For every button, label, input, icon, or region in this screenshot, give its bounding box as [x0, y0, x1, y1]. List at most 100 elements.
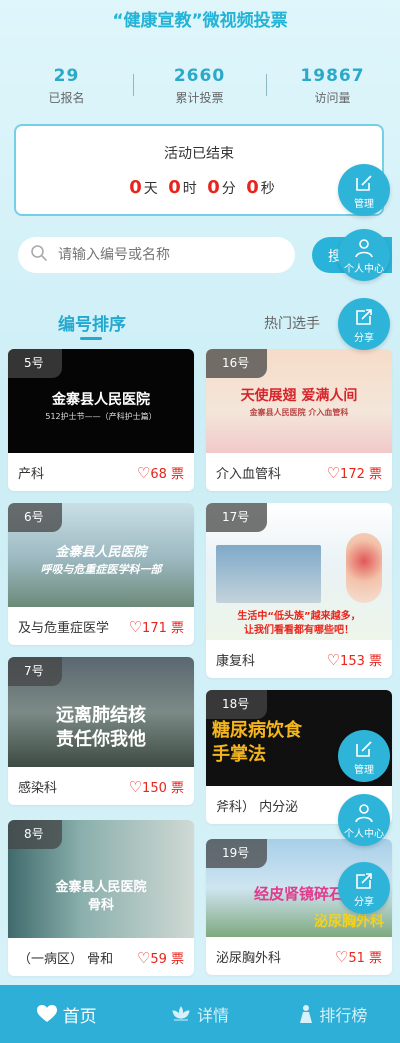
vote-button[interactable]: ♡171 票: [129, 617, 184, 636]
video-thumbnail[interactable]: 远离肺结核 责任你我他 7号: [8, 657, 194, 767]
edit-icon: [356, 175, 372, 191]
card-footer: 产科 ♡68 票: [8, 453, 194, 491]
nav-details[interactable]: 详情: [133, 985, 266, 1043]
vote-button[interactable]: ♡150 票: [129, 777, 184, 796]
stat-visits: 19867 访问量: [266, 66, 399, 106]
countdown-hours: 0: [168, 177, 181, 198]
share-button[interactable]: 分享: [338, 862, 390, 914]
countdown-minutes: 0: [207, 177, 220, 198]
thumbnail-caption: 金寨县人民医院: [55, 880, 147, 895]
heart-icon: ♡: [128, 777, 143, 796]
vote-count: 153 票: [340, 653, 382, 669]
video-thumbnail[interactable]: 金寨县人民医院 512护士节——（产科护士篇） 5号: [8, 349, 194, 453]
thumbnail-subcaption: 责任你我他: [56, 729, 146, 750]
card-footer: 康复科 ♡153 票: [206, 640, 392, 678]
user-icon: [355, 804, 373, 823]
nav-ranking[interactable]: 排行榜: [267, 985, 400, 1043]
stat-registered: 29 已报名: [0, 66, 133, 106]
entry-name: 泌尿胸外科: [216, 950, 282, 966]
vote-button[interactable]: ♡153 票: [327, 650, 382, 669]
card-footer: 介入血管科 ♡172 票: [206, 453, 392, 491]
profile-label: 个人中心: [344, 264, 384, 275]
thumbnail-caption: 金寨县人民医院: [55, 545, 147, 560]
search-icon: [30, 244, 48, 266]
thumbnail-caption: 远离肺结核: [56, 705, 146, 726]
entry-name: 产科: [18, 466, 45, 482]
share-icon: [356, 309, 372, 325]
entry-card[interactable]: 天使展翅 爱满人间 金寨县人民医院 介入血管科 16号 介入血管科 ♡172 票: [206, 349, 392, 491]
hours-unit: 时: [182, 181, 197, 197]
entry-name: 感染科: [18, 780, 58, 796]
card-footer: 泌尿胸外科 ♡51 票: [206, 937, 392, 975]
entry-card[interactable]: 金寨县人民医院 呼吸与危重症医学科一部 6号 及与危重症医学 ♡171 票: [8, 503, 194, 645]
video-thumbnail[interactable]: 金寨县人民医院 骨科 8号: [8, 820, 194, 938]
heart-icon: ♡: [326, 463, 341, 482]
entry-number-badge: 19号: [206, 839, 268, 868]
countdown-seconds: 0: [246, 177, 259, 198]
vote-count: 172 票: [340, 466, 382, 482]
entry-card[interactable]: 生活中“低头族”越来越多， 让我们看看都有哪些吧！ 17号 康复科 ♡153 票: [206, 503, 392, 678]
vote-button[interactable]: ♡59 票: [137, 948, 184, 967]
entry-card[interactable]: 金寨县人民医院 骨科 8号 （一病区） 骨和 ♡59 票: [8, 820, 194, 976]
lotus-icon: [172, 1006, 190, 1021]
minutes-unit: 分: [221, 181, 236, 197]
thumbnail-illustration: [216, 545, 321, 603]
entry-name: 介入血管科: [216, 466, 282, 482]
thumbnail-subcaption: 呼吸与危重症医学科一部: [40, 563, 162, 576]
thumbnail-subcaption: 512护士节——（产科护士篇）: [45, 412, 157, 421]
heart-icon: [36, 1005, 57, 1022]
entry-name: 及与危重症医学: [18, 620, 110, 636]
thumbnail-illustration: [346, 533, 382, 603]
profile-button[interactable]: 个人中心: [338, 229, 390, 281]
thumbnail-caption: 金寨县人民医院: [52, 392, 150, 408]
nav-home-label: 首页: [62, 1006, 97, 1027]
thumbnail-subcaption: 骨科: [87, 898, 114, 913]
tab-hot-players[interactable]: 热门选手: [264, 313, 320, 333]
share-button[interactable]: 分享: [338, 298, 390, 350]
entry-number-badge: 6号: [8, 503, 62, 532]
entry-name: 斧科） 内分泌: [216, 799, 299, 815]
countdown-panel: 活动已结束 0天 0时 0分 0秒: [14, 124, 384, 216]
entry-card[interactable]: 金寨县人民医院 512护士节——（产科护士篇） 5号 产科 ♡68 票: [8, 349, 194, 491]
seconds-unit: 秒: [260, 181, 275, 197]
vote-button[interactable]: ♡68 票: [137, 463, 184, 482]
thumbnail-subcaption: 泌尿胸外科: [314, 914, 384, 930]
entry-card[interactable]: 远离肺结核 责任你我他 7号 感染科 ♡150 票: [8, 657, 194, 805]
stat-label: 已报名: [48, 91, 85, 105]
manage-button[interactable]: 管理: [338, 730, 390, 782]
profile-label: 个人中心: [344, 829, 384, 840]
entry-name: （一病区） 骨和: [18, 951, 114, 967]
video-thumbnail[interactable]: 金寨县人民医院 呼吸与危重症医学科一部 6号: [8, 503, 194, 607]
manage-button[interactable]: 管理: [338, 164, 390, 216]
video-thumbnail[interactable]: 生活中“低头族”越来越多， 让我们看看都有哪些吧！ 17号: [206, 503, 392, 640]
trophy-icon: [300, 1005, 313, 1023]
heart-icon: ♡: [128, 617, 143, 636]
entry-number-badge: 7号: [8, 657, 62, 686]
thumbnail-subcaption: 让我们看看都有哪些吧！: [244, 625, 354, 636]
share-label: 分享: [354, 897, 374, 908]
vote-button[interactable]: ♡172 票: [327, 463, 382, 482]
countdown-days: 0: [129, 177, 142, 198]
search-input[interactable]: [58, 247, 278, 263]
share-icon: [356, 873, 372, 889]
manage-label: 管理: [354, 765, 374, 776]
tab-number-sort[interactable]: 编号排序: [58, 310, 126, 335]
vote-count: 59 票: [150, 951, 184, 967]
entry-name: 康复科: [216, 653, 256, 669]
nav-ranking-label: 排行榜: [319, 1006, 368, 1025]
vote-count: 68 票: [150, 466, 184, 482]
edit-icon: [356, 741, 372, 757]
page-title: “健康宣教”微视频投票: [112, 11, 288, 31]
vote-count: 171 票: [142, 620, 184, 636]
heart-icon: ♡: [136, 948, 151, 967]
thumbnail-caption: 天使展翅 爱满人间: [240, 388, 358, 404]
video-thumbnail[interactable]: 天使展翅 爱满人间 金寨县人民医院 介入血管科 16号: [206, 349, 392, 453]
profile-button[interactable]: 个人中心: [338, 794, 390, 846]
nav-home[interactable]: 首页: [0, 985, 133, 1043]
heart-icon: ♡: [326, 650, 341, 669]
thumbnail-subcaption: 金寨县人民医院 介入血管科: [249, 408, 349, 417]
vote-button[interactable]: ♡51 票: [335, 947, 382, 966]
tab-active-indicator: [80, 337, 102, 340]
stat-value: 19867: [300, 66, 365, 86]
heart-icon: ♡: [136, 463, 151, 482]
